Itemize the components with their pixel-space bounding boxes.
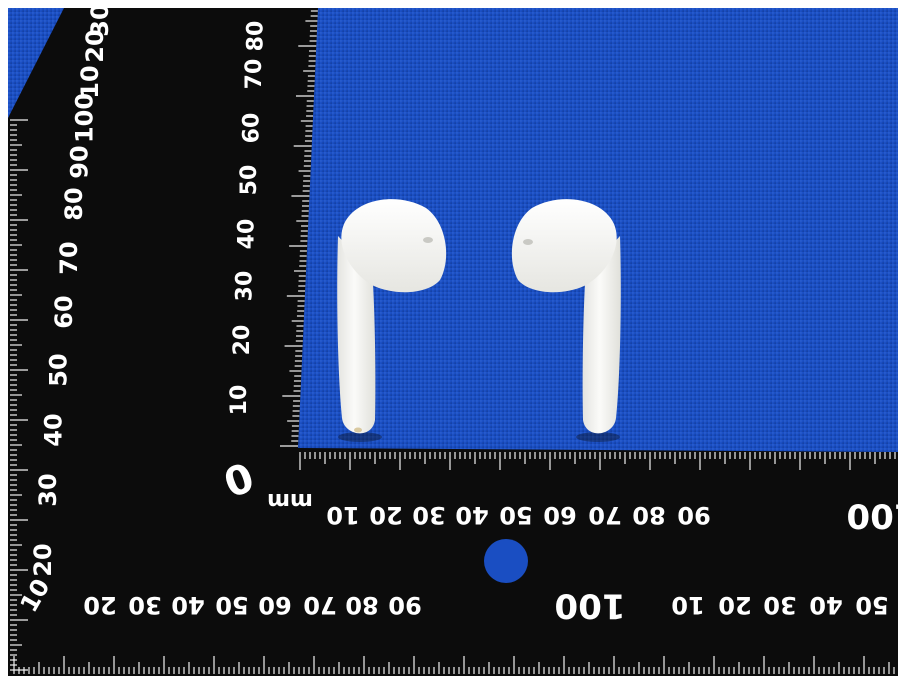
ruler-label-top: 10 <box>326 501 359 529</box>
ruler-label-vertical-left: 50 <box>45 353 73 386</box>
ruler-label-top: 40 <box>455 501 488 529</box>
ruler-label-bottom: 80 <box>345 591 378 619</box>
ruler-label-vertical-left: 90 <box>65 145 93 178</box>
ruler-label-vertical-left: 20 <box>29 543 57 576</box>
ruler-label-bottom: 50 <box>855 591 888 619</box>
left-earbud-charging-contact-icon <box>354 427 362 433</box>
ruler-label-vertical-left: 80 <box>60 187 88 220</box>
ruler-label-top: 50 <box>499 501 532 529</box>
ruler-label-bottom: 50 <box>215 591 248 619</box>
ruler-label-vertical-left: 10 <box>76 65 104 98</box>
ruler-label-bottom: 90 <box>388 591 421 619</box>
ruler-label-bottom: 20 <box>718 591 751 619</box>
ruler-hanging-hole <box>484 539 528 583</box>
left-earbud-speaker-icon <box>423 237 433 243</box>
ruler-label-vertical: 30 <box>232 271 257 302</box>
ruler-label-vertical-left: 40 <box>39 413 67 446</box>
ruler-label-top: 20 <box>369 501 402 529</box>
ruler-label-bottom: 100 <box>555 586 626 626</box>
ruler-label-top: 80 <box>632 501 665 529</box>
ruler-unit-label: mm <box>267 488 313 513</box>
product-photo: 1020304050607080901000mm2030405060708090… <box>0 0 906 684</box>
ruler-label-vertical: 80 <box>244 21 269 52</box>
ruler-label-vertical: 50 <box>237 165 262 196</box>
ruler-label-bottom: 30 <box>128 591 161 619</box>
ruler-label-vertical-left: 30 <box>86 3 114 36</box>
ruler-label-bottom: 40 <box>171 591 204 619</box>
ruler-label-top: 70 <box>588 501 621 529</box>
ruler-label-vertical-left: 70 <box>55 241 83 274</box>
ruler-label-top: 30 <box>412 501 445 529</box>
ruler-label-vertical-left: 100 <box>71 93 99 143</box>
ruler-label-bottom: 30 <box>763 591 796 619</box>
ruler-label-vertical-left: 30 <box>34 473 62 506</box>
ruler-label-top: 60 <box>543 501 576 529</box>
ruler-label-vertical: 20 <box>230 325 255 356</box>
ruler-label-top: 100 <box>847 496 906 536</box>
right-earbud-speaker-icon <box>523 239 533 245</box>
ruler-label-vertical: 60 <box>240 113 265 144</box>
ruler-label-vertical: 70 <box>242 59 267 90</box>
ruler-label-vertical-left: 60 <box>50 295 78 328</box>
ruler-label-vertical: 40 <box>235 219 260 250</box>
ruler-label-top: 90 <box>677 501 710 529</box>
ruler-label-bottom: 20 <box>83 591 116 619</box>
ruler-label-bottom: 10 <box>671 591 704 619</box>
ruler-label-vertical: 10 <box>227 385 252 416</box>
ruler-label-bottom: 40 <box>809 591 842 619</box>
photo-canvas: 1020304050607080901000mm2030405060708090… <box>0 0 906 684</box>
ruler-label-bottom: 60 <box>258 591 291 619</box>
ruler-label-bottom: 70 <box>303 591 336 619</box>
